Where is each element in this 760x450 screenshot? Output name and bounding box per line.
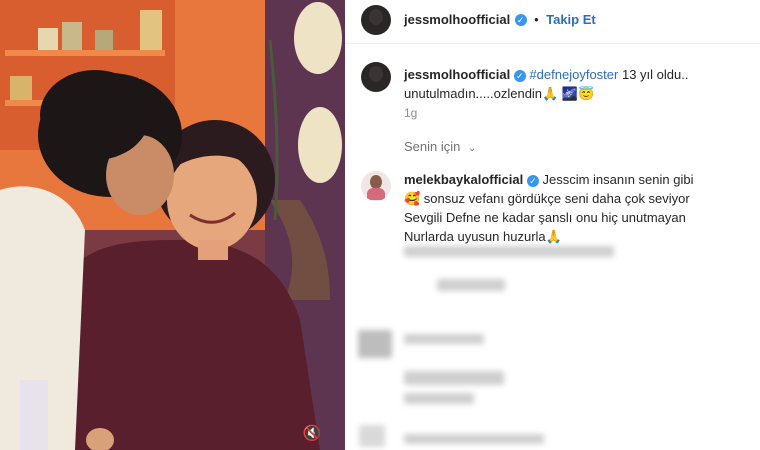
avatar[interactable] bbox=[361, 5, 391, 35]
caption-line-2: unutulmadın.....ozlendin🙏 🌌😇 bbox=[404, 86, 595, 101]
comment-line-3: Sevgili Defne ne kadar şanslı onu hiç un… bbox=[404, 210, 686, 225]
video-frame-illustration bbox=[0, 0, 345, 450]
comment-avatar[interactable] bbox=[361, 171, 391, 201]
mute-icon[interactable]: 🔇 bbox=[302, 424, 322, 444]
verified-badge-icon: ✓ bbox=[526, 174, 539, 187]
caption-username[interactable]: jessmolhoofficial bbox=[404, 67, 510, 82]
chevron-down-icon: ⌄ bbox=[468, 143, 477, 154]
caption-avatar[interactable] bbox=[361, 62, 391, 92]
caption-text: 13 yıl oldu.. bbox=[618, 67, 689, 82]
sort-label: Senin için bbox=[404, 139, 461, 154]
post-time: 1g bbox=[404, 106, 418, 120]
post-side-panel: jessmolhoofficial ✓ • Takip Et jessmolho… bbox=[345, 0, 760, 450]
comment-sort-dropdown[interactable]: Senin için ⌄ bbox=[404, 139, 476, 154]
caption-hashtag-link[interactable]: #defnejoyfoster bbox=[529, 67, 618, 82]
header-dot-separator: • bbox=[534, 12, 539, 27]
comment-line-4: Nurlarda uyusun huzurla🙏 bbox=[404, 229, 562, 244]
comment-line-1: Jesscim insanın senin gibi bbox=[538, 172, 694, 187]
author-username[interactable]: jessmolhoofficial bbox=[404, 12, 510, 27]
follow-button[interactable]: Takip Et bbox=[546, 12, 596, 27]
comment-item: melekbaykalofficial ✓ Jesscim insanın se… bbox=[404, 170, 754, 246]
header-divider bbox=[345, 43, 760, 44]
comment-line-2: 🥰 sonsuz vefanı gördükçe seni daha çok s… bbox=[404, 191, 690, 206]
post-caption: jessmolhoofficial ✓ #defnejoyfoster 13 y… bbox=[404, 65, 749, 103]
verified-badge-icon: ✓ bbox=[514, 13, 527, 26]
post-media-video[interactable]: 🔇 bbox=[0, 0, 345, 450]
comment-username[interactable]: melekbaykalofficial bbox=[404, 172, 523, 187]
post-header: jessmolhoofficial ✓ • Takip Et bbox=[404, 11, 596, 29]
verified-badge-icon: ✓ bbox=[513, 69, 526, 82]
